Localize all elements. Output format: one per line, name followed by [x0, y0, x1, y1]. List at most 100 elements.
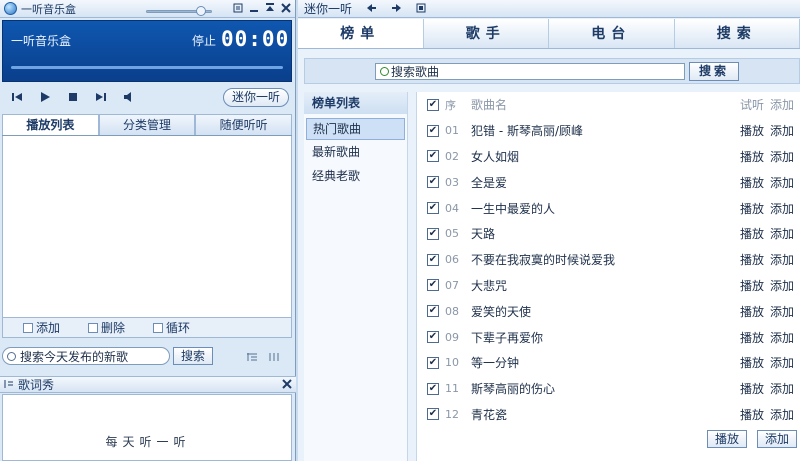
row-add-link[interactable]: 添加: [767, 380, 797, 397]
song-search-button[interactable]: 搜索: [689, 62, 739, 81]
row-play-link[interactable]: 播放: [737, 122, 767, 139]
row-song-title[interactable]: 天路: [471, 225, 737, 242]
delete-button[interactable]: 删除: [88, 319, 125, 336]
row-checkbox[interactable]: ✔: [427, 331, 439, 344]
next-icon[interactable]: [94, 90, 108, 104]
refresh-icon[interactable]: [416, 2, 426, 16]
row-song-title[interactable]: 不要在我寂寞的时候说爱我: [471, 251, 737, 268]
mini-mode-button[interactable]: 迷你一听: [223, 88, 289, 107]
row-song-title[interactable]: 犯错 - 斯琴高丽/顾峰: [471, 122, 737, 139]
skin-icon[interactable]: [233, 3, 243, 15]
row-checkbox[interactable]: ✔: [427, 279, 439, 292]
lyric-close-icon[interactable]: [282, 378, 292, 391]
stop-icon[interactable]: [66, 90, 80, 104]
playlist-area[interactable]: [2, 136, 292, 318]
sort-icon[interactable]: [246, 351, 258, 361]
row-checkbox[interactable]: ✔: [427, 408, 439, 421]
row-play-link[interactable]: 播放: [737, 406, 767, 423]
row-song-title[interactable]: 青花瓷: [471, 406, 737, 423]
row-add-link[interactable]: 添加: [767, 122, 797, 139]
row-checkbox[interactable]: ✔: [427, 382, 439, 395]
seek-bar[interactable]: [11, 66, 283, 69]
play-icon[interactable]: [38, 90, 52, 104]
tab-singers[interactable]: 歌手: [424, 19, 549, 48]
row-play-link[interactable]: 播放: [737, 277, 767, 294]
row-add-link[interactable]: 添加: [767, 406, 797, 423]
row-checkbox[interactable]: ✔: [427, 305, 439, 318]
table-row[interactable]: ✔ 09 下辈子再爱你 播放 添加: [417, 324, 800, 350]
loop-button[interactable]: 循环: [153, 319, 190, 336]
volume-knob[interactable]: [196, 6, 206, 16]
tab-random[interactable]: 随便听听: [195, 114, 293, 135]
row-add-link[interactable]: 添加: [767, 303, 797, 320]
close-icon[interactable]: [281, 2, 291, 15]
add-selected-button[interactable]: 添加: [757, 430, 797, 448]
row-play-link[interactable]: 播放: [737, 251, 767, 268]
row-play-link[interactable]: 播放: [737, 303, 767, 320]
row-song-title[interactable]: 一生中最爱的人: [471, 200, 737, 217]
row-song-title[interactable]: 斯琴高丽的伤心: [471, 380, 737, 397]
row-add-link[interactable]: 添加: [767, 251, 797, 268]
row-add-link[interactable]: 添加: [767, 174, 797, 191]
table-row[interactable]: ✔ 05 天路 播放 添加: [417, 221, 800, 247]
row-song-title[interactable]: 等一分钟: [471, 354, 737, 371]
tab-search[interactable]: 搜索: [675, 19, 800, 48]
minimize-icon[interactable]: [249, 3, 259, 15]
row-play-link[interactable]: 播放: [737, 148, 767, 165]
table-row[interactable]: ✔ 11 斯琴高丽的伤心 播放 添加: [417, 376, 800, 402]
table-row[interactable]: ✔ 06 不要在我寂寞的时候说爱我 播放 添加: [417, 247, 800, 273]
table-row[interactable]: ✔ 10 等一分钟 播放 添加: [417, 350, 800, 376]
row-checkbox[interactable]: ✔: [427, 176, 439, 189]
row-checkbox[interactable]: ✔: [427, 227, 439, 240]
player-search-input[interactable]: 搜索今天发布的新歌: [2, 347, 170, 365]
row-add-link[interactable]: 添加: [767, 329, 797, 346]
add-button[interactable]: 添加: [23, 319, 60, 336]
table-row[interactable]: ✔ 02 女人如烟 播放 添加: [417, 144, 800, 170]
row-song-title[interactable]: 女人如烟: [471, 148, 737, 165]
table-row[interactable]: ✔ 04 一生中最爱的人 播放 添加: [417, 195, 800, 221]
table-row[interactable]: ✔ 03 全是爱 播放 添加: [417, 169, 800, 195]
player-search-button[interactable]: 搜索: [173, 347, 213, 365]
tab-charts[interactable]: 榜单: [298, 19, 424, 48]
row-checkbox[interactable]: ✔: [427, 356, 439, 369]
forward-icon[interactable]: [391, 2, 402, 16]
row-play-link[interactable]: 播放: [737, 354, 767, 371]
previous-icon[interactable]: [10, 90, 24, 104]
tab-playlist[interactable]: 播放列表: [2, 114, 99, 135]
row-checkbox[interactable]: ✔: [427, 150, 439, 163]
row-add-link[interactable]: 添加: [767, 148, 797, 165]
rank-item-new[interactable]: 最新歌曲: [304, 140, 407, 164]
select-all-checkbox[interactable]: ✔: [427, 98, 439, 111]
row-play-link[interactable]: 播放: [737, 174, 767, 191]
row-add-link[interactable]: 添加: [767, 200, 797, 217]
row-play-link[interactable]: 播放: [737, 200, 767, 217]
row-play-link[interactable]: 播放: [737, 329, 767, 346]
song-search-input[interactable]: 搜索歌曲: [375, 63, 685, 80]
rank-item-classic[interactable]: 经典老歌: [304, 164, 407, 188]
row-checkbox[interactable]: ✔: [427, 253, 439, 266]
table-row[interactable]: ✔ 12 青花瓷 播放 添加: [417, 402, 800, 428]
row-checkbox[interactable]: ✔: [427, 124, 439, 137]
tab-category[interactable]: 分类管理: [98, 114, 196, 135]
volume-icon[interactable]: [122, 90, 136, 104]
row-play-link[interactable]: 播放: [737, 380, 767, 397]
row-song-title[interactable]: 全是爱: [471, 174, 737, 191]
row-song-title[interactable]: 爱笑的天使: [471, 303, 737, 320]
time-readout: 00:00: [221, 27, 290, 51]
row-add-link[interactable]: 添加: [767, 354, 797, 371]
row-add-link[interactable]: 添加: [767, 277, 797, 294]
tab-radio[interactable]: 电台: [549, 19, 675, 48]
collapse-icon[interactable]: [265, 2, 275, 15]
table-row[interactable]: ✔ 01 犯错 - 斯琴高丽/顾峰 播放 添加: [417, 118, 800, 144]
back-icon[interactable]: [366, 2, 377, 16]
table-row[interactable]: ✔ 07 大悲咒 播放 添加: [417, 273, 800, 299]
table-row[interactable]: ✔ 08 爱笑的天使 播放 添加: [417, 298, 800, 324]
row-checkbox[interactable]: ✔: [427, 202, 439, 215]
play-selected-button[interactable]: 播放: [707, 430, 747, 448]
row-play-link[interactable]: 播放: [737, 225, 767, 242]
row-add-link[interactable]: 添加: [767, 225, 797, 242]
row-song-title[interactable]: 下辈子再爱你: [471, 329, 737, 346]
list-mode-icon[interactable]: [268, 351, 280, 361]
row-song-title[interactable]: 大悲咒: [471, 277, 737, 294]
rank-item-hot[interactable]: 热门歌曲: [306, 118, 405, 140]
